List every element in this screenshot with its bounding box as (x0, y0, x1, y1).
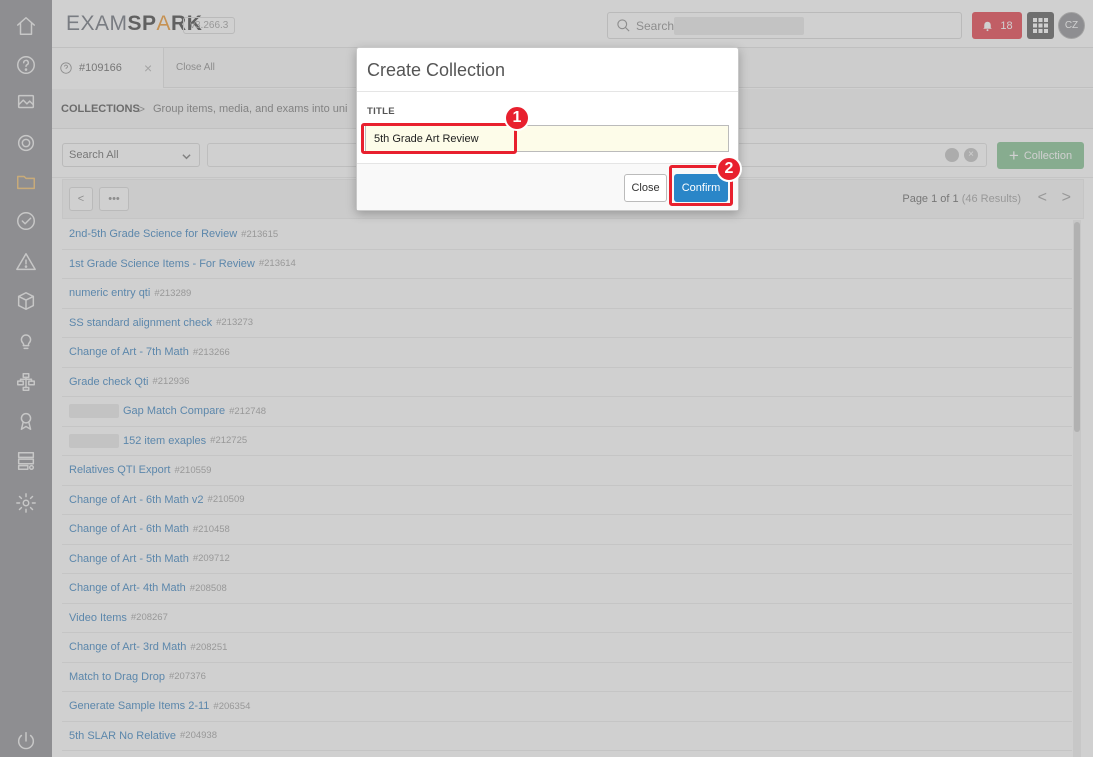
step-badge-1: 1 (504, 105, 530, 131)
title-field-label: TITLE (367, 106, 395, 117)
close-button[interactable]: Close (624, 174, 667, 202)
modal-title: Create Collection (367, 60, 506, 80)
modal-header: Create Collection (357, 48, 738, 92)
highlight-title-input (361, 123, 517, 154)
step-badge-2: 2 (716, 156, 742, 182)
